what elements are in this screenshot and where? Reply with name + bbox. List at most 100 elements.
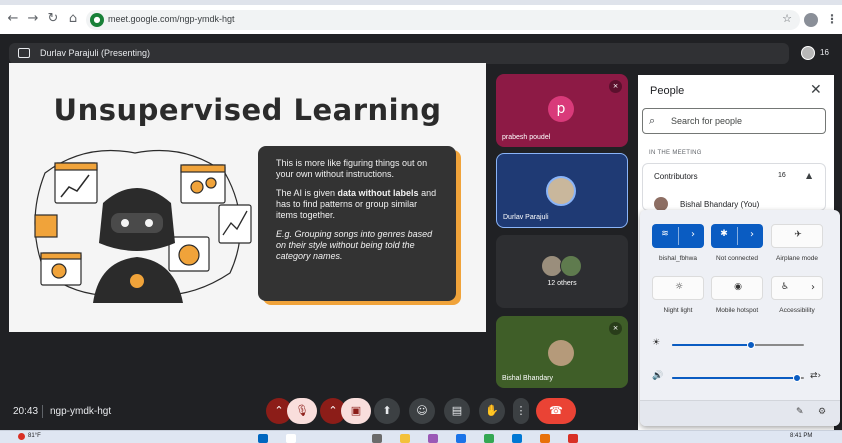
brightness-fill <box>672 344 752 346</box>
mobile-hotspot-toggle[interactable]: ◉ <box>711 276 763 300</box>
airplane-mode-toggle[interactable]: ✈ <box>771 224 823 248</box>
reactions-button[interactable]: ☺ <box>409 398 435 424</box>
task-view-icon[interactable] <box>372 434 382 443</box>
contributors-group[interactable]: Contributors 16 ▲ Bishal Bhandary (You) <box>642 163 826 211</box>
slide-paragraph-3: E.g. Grouping songs into genres based on… <box>276 229 433 261</box>
robot-illustration <box>34 150 252 303</box>
brightness-track[interactable] <box>672 341 804 349</box>
edge-icon[interactable] <box>512 434 522 443</box>
contributors-label: Contributors <box>654 172 698 181</box>
search-icon[interactable] <box>286 434 296 443</box>
url-text: meet.google.com/ngp-ymdk-hgt <box>108 14 235 24</box>
chevron-right-icon[interactable]: › <box>802 282 824 293</box>
camera-toggle-button[interactable]: ▣ <box>341 398 371 424</box>
avatar <box>560 255 582 277</box>
wifi-toggle[interactable]: ≋ › <box>652 224 704 248</box>
weather-temperature: 81°F <box>28 433 41 439</box>
start-icon[interactable] <box>258 434 268 443</box>
file-explorer-icon[interactable] <box>400 434 410 443</box>
forward-icon[interactable]: → <box>26 12 40 26</box>
volume-slider[interactable]: 🔊 ⇄› <box>652 371 828 385</box>
others-count: 12 others <box>547 280 577 287</box>
search-placeholder: Search for people <box>671 116 743 126</box>
more-options-button[interactable]: ⋮ <box>513 398 529 424</box>
airplane-icon: ✈ <box>794 230 802 240</box>
presented-slide: Unsupervised Learning This is more like … <box>9 63 486 332</box>
app-icon[interactable] <box>428 434 438 443</box>
address-bar[interactable]: ● meet.google.com/ngp-ymdk-hgt ☆ <box>86 10 800 30</box>
accessibility-icon: ♿ <box>780 282 790 292</box>
participant-tile[interactable]: ⨯ Bishal Bhandary <box>496 316 628 388</box>
edit-icon[interactable]: ✎ <box>796 407 804 417</box>
volume-fill <box>672 377 798 379</box>
accessibility-toggle[interactable]: ♿ › <box>771 276 823 300</box>
brightness-icon: ☀ <box>652 338 661 348</box>
settings-gear-icon[interactable]: ⚙ <box>818 407 826 417</box>
chevron-right-icon[interactable]: › <box>741 229 763 240</box>
avatar <box>546 176 576 206</box>
chevron-up-icon[interactable]: ▲ <box>806 171 812 180</box>
avatar: p <box>548 96 574 122</box>
divider <box>42 405 43 418</box>
participant-tile[interactable]: 12 others <box>496 235 628 308</box>
system-clock: 8:41 PM <box>790 433 813 439</box>
mic-off-icon: 🎙 <box>295 404 309 417</box>
mic-toggle-button[interactable]: 🎙 <box>287 398 317 424</box>
brightness-slider[interactable]: ☀ <box>652 338 828 352</box>
slide-paragraph-2-bold: data without labels <box>337 188 419 198</box>
raise-hand-button[interactable]: ✋ <box>479 398 505 424</box>
volume-thumb[interactable] <box>793 374 802 382</box>
hand-icon: ✋ <box>485 404 499 417</box>
back-icon[interactable]: ← <box>6 12 20 26</box>
chevron-up-icon: ⌃ <box>274 404 284 417</box>
app-icon[interactable] <box>456 434 466 443</box>
participant-name: prabesh poudel <box>502 134 551 141</box>
meeting-clock: 20:43 <box>13 406 39 417</box>
self-participant-name: Bishal Bhandary (You) <box>680 200 760 209</box>
bookmark-star-icon[interactable]: ☆ <box>782 12 792 25</box>
quick-settings-footer: ✎ ⚙ <box>640 400 840 426</box>
airplane-mode-label: Airplane mode <box>776 255 818 262</box>
home-icon[interactable]: ⌂ <box>66 12 80 26</box>
site-info-icon[interactable]: ● <box>90 13 104 27</box>
present-icon: ⬆ <box>382 404 392 417</box>
app-icon[interactable] <box>568 434 578 443</box>
participants-avatar-icon <box>801 46 815 60</box>
brightness-thumb[interactable] <box>747 341 756 349</box>
chevron-up-icon: ⌃ <box>328 404 338 417</box>
chrome-icon[interactable] <box>484 434 494 443</box>
audio-output-icon[interactable]: ⇄› <box>810 371 821 381</box>
camera-off-icon: ▣ <box>350 404 362 417</box>
section-label: IN THE MEETING <box>649 150 702 156</box>
tile-divider <box>737 227 738 245</box>
reload-icon[interactable]: ↻ <box>46 12 60 26</box>
app-icon[interactable] <box>540 434 550 443</box>
avatar <box>654 197 668 211</box>
present-button[interactable]: ⬆ <box>374 398 400 424</box>
slide-paragraph-2: The AI is given data without labels and … <box>276 188 438 221</box>
participant-tile[interactable]: Durlav Parajuli <box>496 153 628 228</box>
profile-avatar[interactable] <box>804 13 818 27</box>
participant-count: 16 <box>820 48 829 57</box>
slide-paragraph-1: This is more like figuring things out on… <box>276 158 428 179</box>
chevron-right-icon[interactable]: › <box>682 229 704 240</box>
tab-strip <box>0 0 842 5</box>
more-vert-icon: ⋮ <box>515 404 527 417</box>
participants-button[interactable]: 16 <box>797 43 834 64</box>
weather-icon[interactable] <box>18 433 25 440</box>
bluetooth-toggle[interactable]: ✱ › <box>711 224 763 248</box>
slide-paragraph-2-lead: The AI is given <box>276 188 338 198</box>
meeting-code: ngp-ymdk-hgt <box>50 406 112 417</box>
presenting-banner: Durlav Parajuli (Presenting) <box>9 43 789 64</box>
night-light-toggle[interactable]: ☼ <box>652 276 704 300</box>
contributors-count: 16 <box>778 172 786 179</box>
browser-menu-icon[interactable]: ⋮ <box>826 12 838 26</box>
people-search-input[interactable]: ⌕ Search for people <box>642 108 826 134</box>
volume-track[interactable] <box>672 374 804 382</box>
hotspot-icon: ◉ <box>734 282 742 292</box>
leave-call-button[interactable]: ☎ <box>536 398 576 424</box>
close-icon[interactable]: ✕ <box>810 82 822 98</box>
captions-button[interactable]: ▤ <box>444 398 470 424</box>
mic-off-icon: ⨯ <box>609 322 622 335</box>
participant-tile[interactable]: p ⨯ prabesh poudel <box>496 74 628 147</box>
